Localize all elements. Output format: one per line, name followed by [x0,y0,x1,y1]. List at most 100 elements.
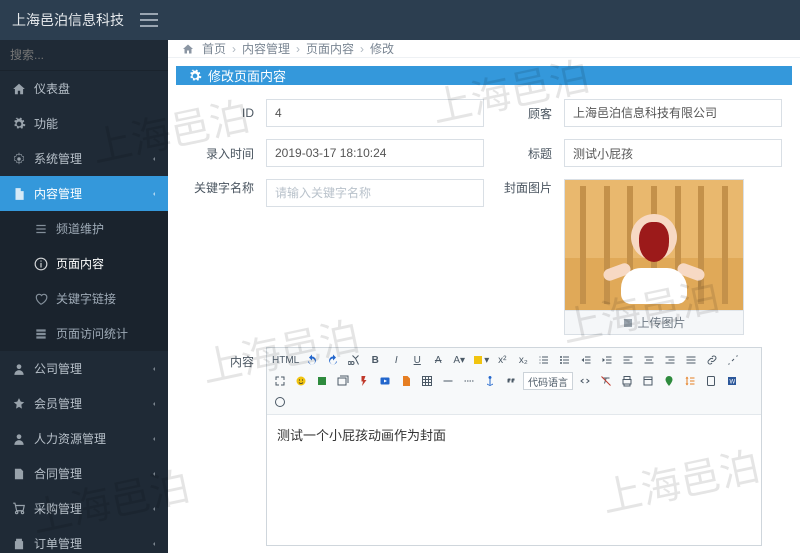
wordpaste-icon[interactable]: W [723,372,741,390]
indent-icon[interactable] [598,351,616,369]
search-input[interactable] [10,48,165,62]
stack-icon [34,327,48,341]
sidebar-item-label: 页面访问统计 [56,325,128,342]
justify-icon[interactable] [682,351,700,369]
sidebar-item-purchase[interactable]: 采购管理 [0,491,168,526]
sidebar-item-order[interactable]: 订单管理 [0,526,168,553]
italic-icon[interactable]: I [387,351,405,369]
crumb-sep: › [360,42,364,56]
main: 首页 › 内容管理 › 页面内容 › 修改 修改页面内容 ID 顾客 上海邑泊信… [168,40,800,553]
sidebar-item-label: 仪表盘 [34,80,70,97]
breadcrumb: 首页 › 内容管理 › 页面内容 › 修改 [168,40,800,58]
sidebar-item-page-stats[interactable]: 页面访问统计 [0,316,168,351]
strike-icon[interactable]: A [429,351,447,369]
aligncenter-icon[interactable] [640,351,658,369]
time-input[interactable] [266,139,484,167]
crumb-section[interactable]: 内容管理 [242,40,290,57]
crumb-page[interactable]: 页面内容 [306,40,354,57]
media-icon[interactable] [376,372,394,390]
redo-icon[interactable] [324,351,342,369]
plainpaste-icon[interactable] [702,372,720,390]
file-icon[interactable] [397,372,415,390]
multiimage-icon[interactable] [334,372,352,390]
cover-label: 封面图片 [484,179,564,196]
crumb-sep: › [296,42,300,56]
underline-icon[interactable]: U [408,351,426,369]
sidebar-item-keyword-link[interactable]: 关键字链接 [0,281,168,316]
alignleft-icon[interactable] [619,351,637,369]
sidebar-item-label: 关键字链接 [56,290,116,307]
link-icon[interactable] [703,351,721,369]
cogs-icon [12,152,26,166]
sidebar-item-content[interactable]: 内容管理 [0,176,168,211]
sidebar: 仪表盘 功能 系统管理 内容管理 频道维护 [0,40,168,553]
sidebar-item-label: 系统管理 [34,150,82,167]
removefmt-icon[interactable] [597,372,615,390]
sidebar-item-label: 合同管理 [34,465,82,482]
code-icon[interactable] [576,372,594,390]
ol-icon[interactable] [535,351,553,369]
cover-image[interactable] [565,180,743,310]
contract-icon [12,467,26,481]
emoticon-icon[interactable] [292,372,310,390]
sidebar-item-hr[interactable]: 人力资源管理 [0,421,168,456]
bold-icon[interactable]: B [366,351,384,369]
print-icon[interactable] [618,372,636,390]
pagebreak-icon[interactable] [460,372,478,390]
bgcolor-icon[interactable]: ▾ [471,351,490,369]
ul-icon[interactable] [556,351,574,369]
outdent-icon[interactable] [577,351,595,369]
baidumap-icon[interactable] [660,372,678,390]
sidebar-item-page-content[interactable]: 页面内容 [0,246,168,281]
fullscreen-icon[interactable] [271,372,289,390]
gear-icon [188,69,202,83]
clipboard-icon [12,537,26,551]
unlink-icon[interactable] [724,351,742,369]
sidebar-item-company[interactable]: 公司管理 [0,351,168,386]
crumb-action: 修改 [370,40,394,57]
rich-editor: HTML B I U A A▾ ▾ x² [266,347,762,546]
sidebar-menu: 仪表盘 功能 系统管理 内容管理 频道维护 [0,71,168,553]
title-input[interactable] [564,139,782,167]
crumb-home[interactable]: 首页 [202,40,226,57]
chevron-left-icon [150,435,158,443]
upload-image-button[interactable]: 上传图片 [565,310,743,334]
sup-icon[interactable]: x² [493,351,511,369]
sidebar-item-dashboard[interactable]: 仪表盘 [0,71,168,106]
sidebar-item-member[interactable]: 会员管理 [0,386,168,421]
sidebar-item-contract[interactable]: 合同管理 [0,456,168,491]
keyword-input[interactable] [266,179,484,207]
cut-icon[interactable] [345,351,363,369]
template-icon[interactable] [639,372,657,390]
alignright-icon[interactable] [661,351,679,369]
time-label: 录入时间 [186,145,266,162]
image-icon[interactable] [313,372,331,390]
doc-icon [12,187,26,201]
chevron-left-icon [150,155,158,163]
undo-icon[interactable] [303,351,321,369]
hr-icon[interactable] [439,372,457,390]
editor-html-button[interactable]: HTML [271,351,300,369]
svg-text:W: W [730,380,736,386]
about-icon[interactable] [271,393,289,411]
anchor-icon[interactable] [481,372,499,390]
sidebar-item-function[interactable]: 功能 [0,106,168,141]
chevron-left-icon [150,540,158,548]
table-icon[interactable] [418,372,436,390]
sidebar-item-label: 会员管理 [34,395,82,412]
quote-icon[interactable] [502,372,520,390]
sidebar-item-system[interactable]: 系统管理 [0,141,168,176]
users-icon [12,362,26,376]
sidebar-item-channel[interactable]: 频道维护 [0,211,168,246]
customer-select[interactable]: 上海邑泊信息科技有限公司 [564,99,782,127]
codelang-select[interactable]: 代码语言 [523,372,573,390]
lineheight-icon[interactable] [681,372,699,390]
content-label: 内容 [186,347,266,370]
id-input[interactable] [266,99,484,127]
title-label: 标题 [484,145,564,162]
fontcolor-icon[interactable]: A▾ [450,351,468,369]
sub-icon[interactable]: x₂ [514,351,532,369]
editor-content[interactable]: 测试一个小屁孩动画作为封面 [267,415,761,545]
menu-toggle-icon[interactable] [140,13,158,27]
flash-icon[interactable] [355,372,373,390]
